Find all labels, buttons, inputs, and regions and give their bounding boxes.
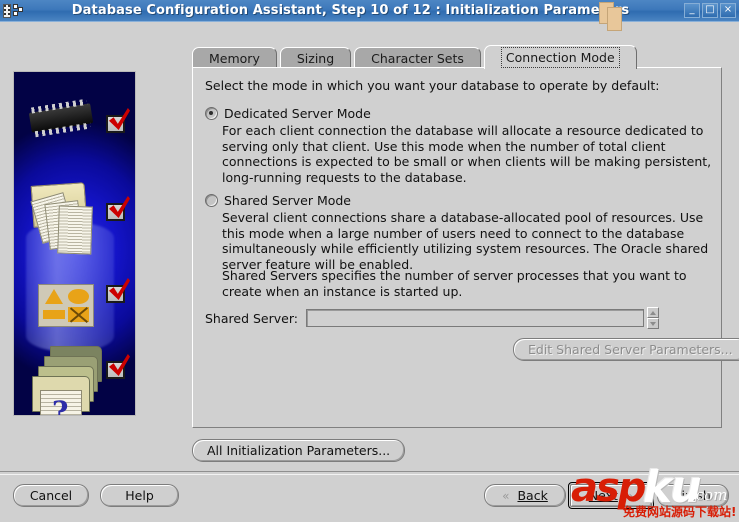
shared-server-label: Shared Server:: [205, 310, 298, 326]
help-button[interactable]: Help: [100, 484, 179, 507]
cancel-button[interactable]: Cancel: [13, 484, 89, 507]
radio-dedicated-server-mode[interactable]: [205, 107, 218, 120]
checkmark-icon: [106, 361, 125, 379]
option-shared-server-mode[interactable]: Shared Server Mode Several client connec…: [205, 193, 714, 272]
checkmark-icon: [106, 285, 125, 303]
back-button[interactable]: « Back: [484, 484, 566, 507]
edit-shared-server-parameters-button[interactable]: Edit Shared Server Parameters...: [513, 338, 739, 361]
button-label: Back: [517, 488, 548, 503]
shapes-panel-icon: [38, 284, 94, 327]
button-label: Help: [125, 488, 154, 503]
option-dedicated-server-mode[interactable]: Dedicated Server Mode For each client co…: [205, 106, 714, 185]
close-icon: ×: [723, 4, 733, 15]
tab-label: Memory: [209, 51, 260, 66]
option-description: Several client connections share a datab…: [222, 210, 709, 272]
shared-servers-note: Shared Servers specifies the number of s…: [222, 268, 687, 299]
checkmark-icon: [106, 203, 125, 221]
tab-sizing[interactable]: Sizing: [279, 47, 352, 69]
dbca-window: Database Configuration Assistant, Step 1…: [0, 0, 739, 522]
shared-server-field-row: Shared Server:: [205, 307, 659, 329]
footer-divider: [0, 471, 739, 475]
document-icon: [57, 205, 93, 255]
question-document-icon: ?: [40, 390, 82, 415]
tab-label: Sizing: [296, 51, 335, 66]
button-label: Cancel: [29, 488, 73, 503]
tab-bar: Memory Sizing Character Sets Connection …: [192, 45, 640, 69]
tab-label: Character Sets: [371, 51, 464, 66]
checkmark-icon: [106, 115, 125, 133]
tab-connection-mode[interactable]: Connection Mode: [483, 45, 637, 69]
connection-mode-panel: Select the mode in which you want your d…: [192, 67, 739, 428]
radio-shared-server-mode[interactable]: [205, 194, 218, 207]
shared-server-input[interactable]: [305, 309, 644, 327]
button-label: Edit Shared Server Parameters...: [528, 342, 733, 357]
window-controls: _ □ ×: [684, 3, 736, 18]
close-button[interactable]: ×: [720, 3, 736, 18]
tab-character-sets[interactable]: Character Sets: [354, 47, 481, 69]
tab-label: Connection Mode: [500, 47, 620, 68]
maximize-button[interactable]: □: [702, 3, 718, 18]
option-label: Shared Server Mode: [224, 193, 352, 208]
cpu-chip-icon: [28, 103, 94, 133]
caret-up-icon[interactable]: [646, 307, 659, 318]
button-label: Finish: [675, 488, 711, 503]
film-strip-icon: [3, 3, 23, 19]
next-button[interactable]: Next »: [568, 482, 654, 509]
all-initialization-parameters-button[interactable]: All Initialization Parameters...: [192, 439, 406, 462]
minimize-icon: _: [689, 4, 695, 15]
minimize-button[interactable]: _: [684, 3, 700, 18]
question-mark-glyph: ?: [52, 395, 69, 416]
option-label: Dedicated Server Mode: [224, 106, 371, 121]
window-titlebar: Database Configuration Assistant, Step 1…: [0, 0, 739, 22]
panel-intro-text: Select the mode in which you want your d…: [205, 78, 660, 93]
option-description: For each client connection the database …: [222, 123, 712, 185]
window-title: Database Configuration Assistant, Step 1…: [71, 3, 630, 18]
caret-down-icon[interactable]: [646, 318, 659, 329]
tab-memory[interactable]: Memory: [192, 47, 277, 69]
chevron-left-icon: «: [502, 488, 510, 503]
chevron-right-icon: »: [625, 488, 634, 503]
maximize-icon: □: [705, 4, 715, 15]
button-label: All Initialization Parameters...: [207, 443, 391, 458]
shared-server-spinner[interactable]: [646, 307, 659, 329]
sidebar-illustration: ?: [14, 72, 135, 415]
button-label: Next: [588, 488, 618, 503]
finish-button[interactable]: Finish: [657, 484, 729, 507]
